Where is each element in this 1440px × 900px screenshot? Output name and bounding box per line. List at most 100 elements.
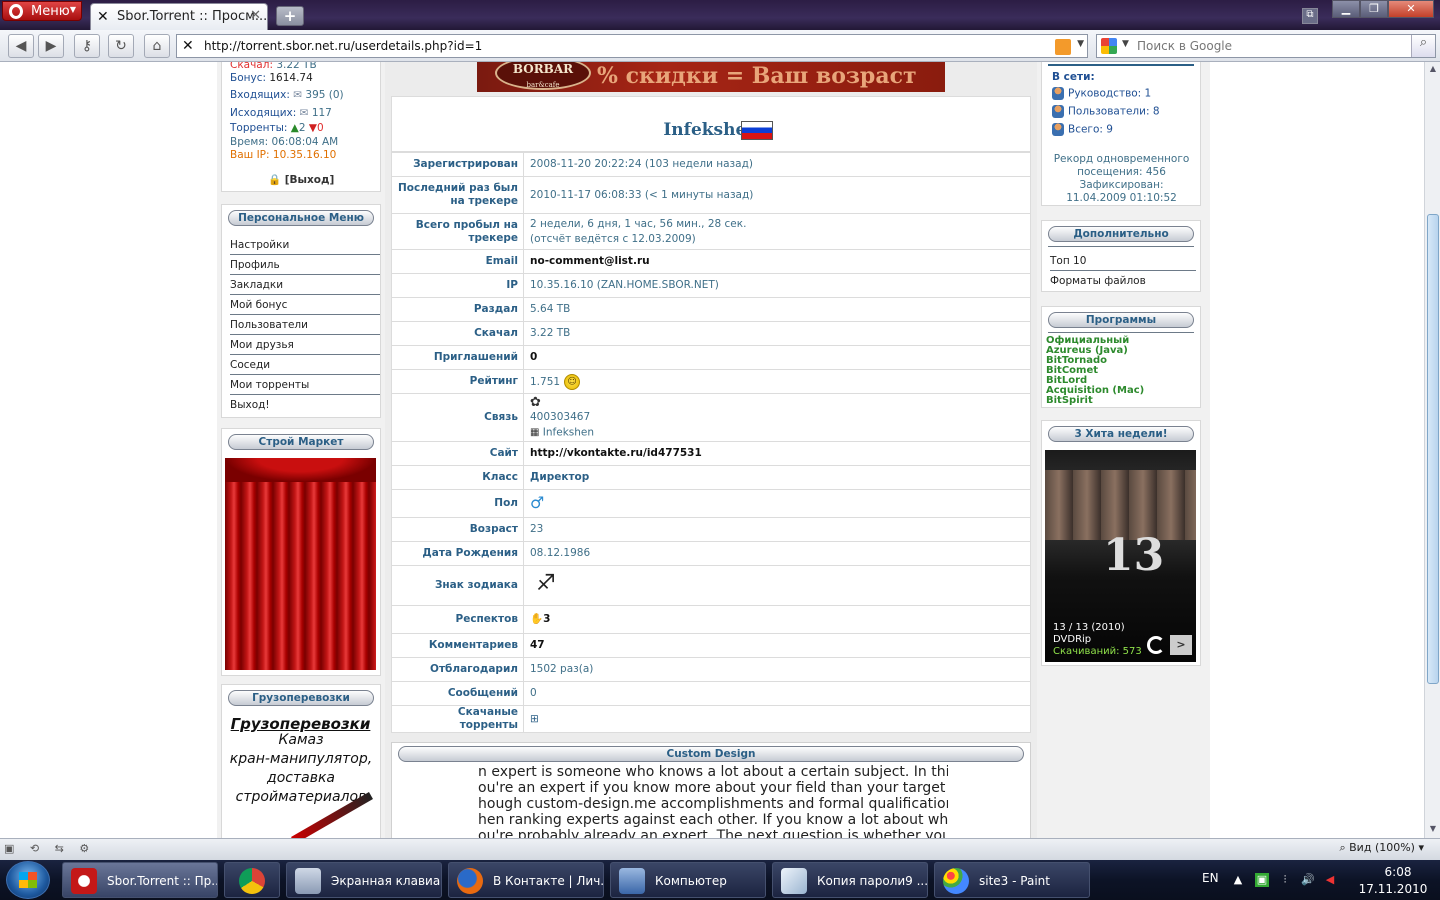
detail-row: Связь ✿ 400303467 ▦ Infekshen	[391, 393, 1031, 442]
detail-value[interactable]: http://vkontakte.ru/id477531	[523, 441, 1031, 466]
menu-item-my-bonus[interactable]: Мой бонус	[230, 295, 380, 315]
back-button[interactable]: ◀	[8, 34, 34, 58]
network-icon[interactable]: ⫶	[1278, 873, 1292, 887]
menu-item-settings[interactable]: Настройки	[230, 235, 380, 255]
cargo-ad-line: доставка	[267, 770, 335, 786]
cargo-ad-heading[interactable]: Грузоперевозки	[225, 715, 376, 733]
movie-poster[interactable]: 13 13 / 13 (2010) DVDRip Скачиваний: 573…	[1045, 450, 1196, 662]
detail-row: Скачал 3.22 TB	[391, 321, 1031, 346]
tab-title: Sbor.Torrent :: Просм...	[117, 9, 268, 24]
detail-label: Email	[391, 249, 524, 274]
detail-value: ♂	[523, 489, 1031, 518]
sync-icon[interactable]: ⟲	[30, 842, 45, 855]
new-tab-button[interactable]: +	[276, 6, 304, 26]
seed-arrow-up-icon: ▲	[290, 122, 299, 134]
reload-button[interactable]: ↻	[108, 34, 134, 58]
detail-row: Приглашений 0	[391, 345, 1031, 370]
wand-button[interactable]: ⚷	[74, 34, 100, 58]
taskbar-item-firefox[interactable]: В Контакте | Лич...	[448, 862, 604, 898]
panel-toggle-icon[interactable]: ▣	[4, 842, 20, 855]
detail-label: Зарегистрирован	[391, 152, 524, 177]
detail-value[interactable]: Директор	[523, 465, 1031, 490]
logout-link[interactable]: 🔒 [Выход]	[268, 173, 334, 186]
language-indicator[interactable]: EN	[1202, 871, 1219, 885]
browser-tab-active[interactable]: ✕ Sbor.Torrent :: Просм... ✕	[90, 3, 268, 30]
extra-item-file-formats[interactable]: Форматы файлов	[1050, 271, 1196, 291]
rss-feed-icon[interactable]	[1055, 39, 1071, 55]
expand-icon[interactable]: ⊞	[530, 713, 539, 725]
next-slide-button[interactable]: >	[1170, 635, 1192, 655]
close-tab-icon[interactable]: ✕	[250, 8, 261, 23]
stat-inbox[interactable]: Входящих: ✉ 395 (0)	[230, 89, 344, 101]
program-link[interactable]: BitSpirit	[1046, 395, 1093, 406]
user-icon	[1052, 105, 1064, 118]
volume-icon[interactable]: 🔊	[1301, 873, 1315, 887]
clock-time[interactable]: 6:08	[1363, 865, 1433, 879]
banner-logo: BORBAR bar&cafe	[495, 62, 591, 90]
menu-item-friends[interactable]: Мои друзья	[230, 335, 380, 355]
online-label: В сети:	[1052, 71, 1095, 83]
zoom-control[interactable]: ⌕ Вид (100%) ▾	[1339, 841, 1436, 859]
envelope-icon: ✉	[293, 89, 303, 101]
vertical-scrollbar[interactable]: ▲ ▼	[1424, 62, 1440, 838]
magnifier-icon: ⌕	[1339, 841, 1346, 854]
taskbar-item-notes[interactable]: Копия пароли9 ...	[772, 862, 928, 898]
detail-value-line: (отсчёт ведётся с 12.03.2009)	[530, 232, 696, 245]
speaker-muted-icon[interactable]: ◀	[1323, 873, 1337, 887]
opera-menu-button[interactable]: Меню ▼	[2, 1, 82, 21]
show-hidden-icons-icon[interactable]: ▲	[1231, 873, 1245, 887]
detail-value: 0	[523, 681, 1031, 706]
menu-item-bookmarks[interactable]: Закладки	[230, 275, 380, 295]
curtain-valance	[225, 458, 376, 482]
address-field[interactable]: ✕ http://torrent.sbor.net.ru/userdetails…	[176, 34, 1088, 58]
close-window-button[interactable]: ✕	[1388, 0, 1434, 18]
detail-value-line: 2 недели, 6 дня, 1 час, 56 мин., 28 сек.	[530, 217, 747, 230]
menu-item-profile[interactable]: Профиль	[230, 255, 380, 275]
detail-value[interactable]: ⊞	[523, 705, 1031, 733]
clock-date[interactable]: 17.11.2010	[1353, 882, 1433, 896]
tab-menu-icon[interactable]: ⧉	[1302, 8, 1318, 24]
curtain-ad-image[interactable]	[225, 458, 376, 670]
detail-value: 1502 раз(а)	[523, 657, 1031, 682]
turbo-icon[interactable]: ⚙	[79, 842, 95, 855]
menu-item-users[interactable]: Пользователи	[230, 315, 380, 335]
tray-app-icon[interactable]: ▣	[1255, 873, 1269, 887]
scroll-up-arrow-icon[interactable]: ▲	[1427, 64, 1439, 76]
minimize-button[interactable]: ▁	[1332, 0, 1360, 18]
scroll-down-arrow-icon[interactable]: ▼	[1427, 824, 1439, 836]
detail-value[interactable]: no-comment@list.ru	[523, 249, 1031, 274]
chevron-down-icon[interactable]: ▼	[1122, 39, 1129, 49]
search-icon[interactable]: ⌕	[1411, 35, 1435, 57]
icq-flower-icon: ✿	[530, 394, 541, 410]
menu-item-logout[interactable]: Выход!	[230, 395, 380, 415]
menu-item-my-torrents[interactable]: Мои торренты	[230, 375, 380, 395]
detail-value: 10.35.16.10 (ZAN.HOME.SBOR.NET)	[523, 273, 1031, 298]
detail-row: Возраст 23	[391, 517, 1031, 542]
record-line: 11.04.2009 01:10:52	[1066, 192, 1177, 204]
start-button[interactable]	[6, 861, 50, 899]
stat-outbox[interactable]: Исходящих: ✉ 117	[230, 107, 332, 119]
taskbar-item-computer[interactable]: Компьютер	[610, 862, 766, 898]
unite-icon[interactable]: ⇆	[55, 842, 70, 855]
detail-label: Сайт	[391, 441, 524, 466]
home-button[interactable]: ⌂	[144, 34, 170, 58]
promo-banner[interactable]: BORBAR bar&cafe % скидки = Ваш возраст	[477, 62, 945, 92]
taskbar-item-chrome[interactable]	[224, 862, 280, 898]
extra-item-top10[interactable]: Топ 10	[1050, 251, 1196, 271]
scroll-thumb[interactable]	[1427, 214, 1439, 684]
taskbar-item-paint[interactable]: site3 - Paint	[934, 862, 1090, 898]
detail-label: Респектов	[391, 605, 524, 634]
detail-row: Зарегистрирован 2008-11-20 20:22:24 (103 …	[391, 152, 1031, 177]
menu-item-neighbors[interactable]: Соседи	[230, 355, 380, 375]
browser-title-bar: Меню ▼ ✕ Sbor.Torrent :: Просм... ✕ + ⧉ …	[0, 0, 1440, 30]
search-field[interactable]: ▼ Поиск в Google ⌕	[1096, 34, 1436, 58]
maximize-button[interactable]: ❐	[1360, 0, 1388, 18]
detail-value: 08.12.1986	[523, 541, 1031, 566]
forward-button[interactable]: ▶	[38, 34, 64, 58]
status-bar-tools[interactable]: ▣ ⟲ ⇆ ⚙	[4, 842, 95, 855]
chevron-down-icon[interactable]: ▼	[1077, 39, 1084, 49]
taskbar-item-keyboard[interactable]: Экранная клавиа...	[286, 862, 442, 898]
taskbar-item-opera[interactable]: Sbor.Torrent :: Пр...	[62, 862, 218, 898]
personal-menu-block: Персональное Меню Настройки Профиль Закл…	[221, 204, 381, 418]
russia-flag-icon	[741, 121, 773, 140]
